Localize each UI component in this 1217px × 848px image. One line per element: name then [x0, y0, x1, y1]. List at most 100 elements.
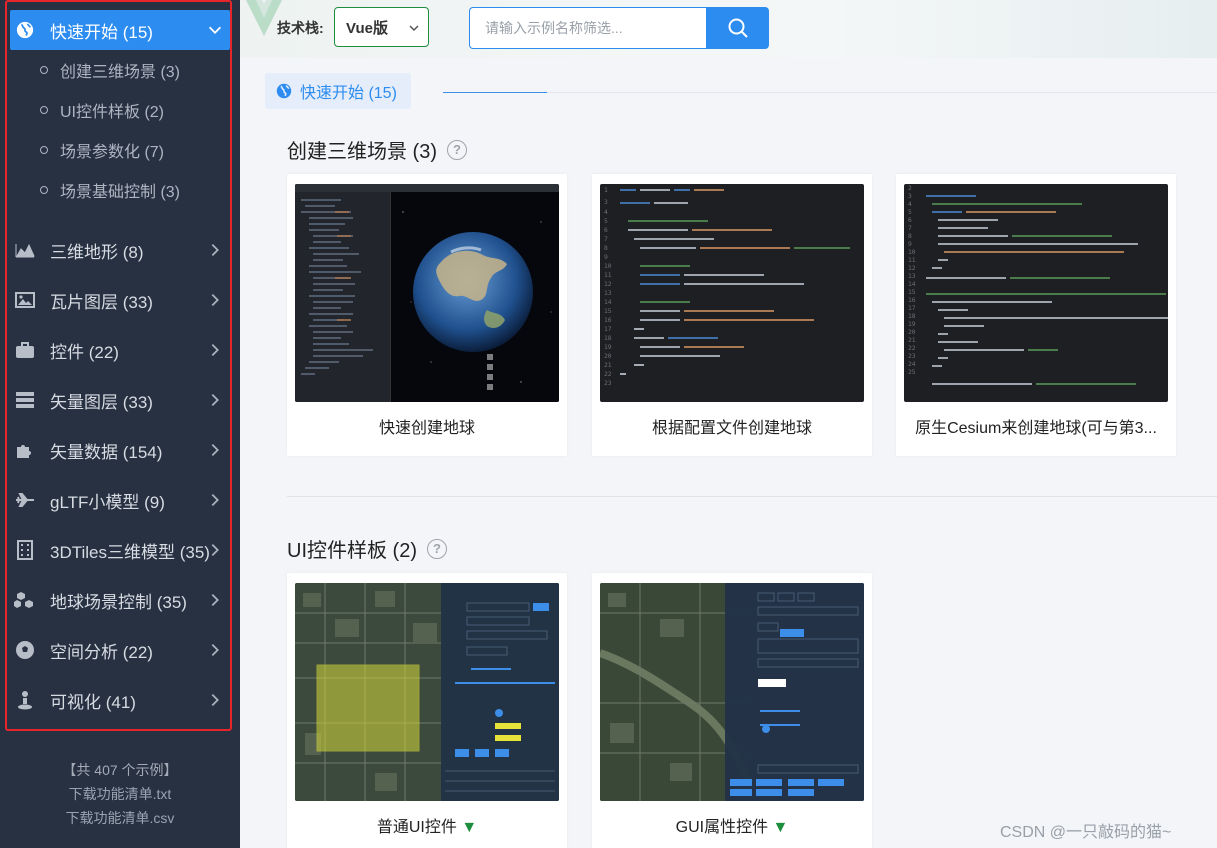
menu-label: 地球场景控制 (35)	[50, 592, 187, 612]
tab-divider	[547, 92, 1217, 93]
svg-text:12: 12	[604, 281, 612, 288]
svg-text:13: 13	[604, 290, 612, 297]
card-caption: 根据配置文件创建地球	[651, 420, 812, 437]
example-card-normal-ui[interactable]: 普通UI控件 ▼	[287, 573, 567, 848]
submenu-item-ui-controls[interactable]: UI控件样板 (2)	[10, 90, 230, 130]
area-chart-icon	[14, 239, 36, 261]
search-input[interactable]: 请输入示例名称筛选...	[469, 7, 707, 49]
building-icon	[14, 539, 36, 561]
svg-text:1: 1	[604, 187, 608, 194]
sidebar: 快速开始 (15) 创建三维场景 (3) UI控件样板 (2) 场景参数化 (7…	[0, 0, 240, 848]
watermark: CSDN @一只敲码的猫~	[1000, 824, 1172, 841]
svg-text:20: 20	[604, 353, 612, 360]
chevron-right-icon	[211, 393, 219, 407]
svg-text:10: 10	[604, 263, 612, 270]
menu-label: gLTF小模型 (9)	[50, 492, 165, 512]
svg-text:5: 5	[604, 218, 608, 225]
help-icon[interactable]: ?	[427, 538, 447, 559]
submenu-item-scene-basic-control[interactable]: 场景基础控制 (3)	[10, 170, 230, 210]
cubes-icon	[14, 589, 36, 611]
svg-text:5: 5	[908, 209, 912, 216]
svg-text:20: 20	[908, 329, 916, 336]
menu-item-scene-control[interactable]: 地球场景控制 (35)	[10, 580, 230, 620]
svg-text:15: 15	[908, 289, 916, 296]
svg-text:18: 18	[908, 313, 916, 320]
menu-item-vector-data[interactable]: 矢量数据 (154)	[10, 430, 230, 470]
svg-text:19: 19	[604, 344, 612, 351]
chevron-down-icon	[208, 26, 222, 34]
svg-text:11: 11	[908, 257, 916, 264]
svg-text:23: 23	[908, 353, 916, 360]
menu-label: 矢量图层 (33)	[50, 392, 153, 412]
briefcase-icon	[14, 339, 36, 361]
menu-item-terrain[interactable]: 三维地形 (8)	[10, 230, 230, 270]
top-toolbar: 技术栈: Vue版 请输入示例名称筛选...	[240, 0, 1217, 58]
picture-icon	[14, 289, 36, 311]
menu-item-gltf-models[interactable]: gLTF小模型 (9)	[10, 480, 230, 520]
user-pin-icon	[14, 689, 36, 711]
svg-text:17: 17	[604, 326, 612, 333]
card-caption: 原生Cesium来创建地球(可与第3...	[915, 420, 1157, 437]
chevron-right-icon	[211, 243, 219, 257]
globe-icon	[14, 19, 36, 41]
example-total: 【共 407 个示例】	[62, 762, 178, 778]
svg-text:2: 2	[908, 185, 912, 192]
puzzle-icon	[14, 439, 36, 461]
submenu-label: UI控件样板 (2)	[60, 104, 165, 121]
svg-text:7: 7	[908, 225, 912, 232]
vue-badge-icon: ▼	[461, 819, 478, 836]
menu-label: 可视化 (41)	[50, 692, 136, 712]
example-card-native-cesium-globe[interactable]: 2 3 4 5 6 7 8 9 10 11 12 13 14 15 16 17 18 19 20 21 22 23 24 25	[896, 174, 1176, 456]
svg-text:22: 22	[908, 345, 916, 352]
chevron-right-icon	[211, 293, 219, 307]
menu-label: 瓦片图层 (33)	[50, 292, 153, 312]
help-icon[interactable]: ?	[447, 139, 467, 160]
submenu-label: 创建三维场景 (3)	[60, 64, 181, 81]
svg-text:15: 15	[604, 308, 612, 315]
bullet-icon	[40, 66, 48, 74]
card-thumbnail: 2 3 4 5 6 7 8 9 10 11 12 13 14 15 16 17 18 19 20 21 22 23 24 25	[904, 184, 1168, 402]
menu-label: 3DTiles三维模型 (35)	[50, 542, 210, 562]
download-txt-link[interactable]: 下载功能清单.txt	[0, 784, 240, 804]
section-title-text: UI控件样板 (2)	[287, 540, 417, 562]
svg-text:3: 3	[908, 193, 912, 200]
submenu-item-scene-params[interactable]: 场景参数化 (7)	[10, 130, 230, 170]
card-thumbnail: 1 3 4 5 6 7 8 9 10 11 12 13 14 15 16 17 18 19 20 21 22 23	[600, 184, 864, 402]
tech-stack-select[interactable]: Vue版	[334, 7, 429, 47]
search-icon	[728, 18, 748, 38]
globe-icon	[276, 83, 292, 99]
chevron-right-icon	[211, 693, 219, 707]
menu-item-spatial-analysis[interactable]: 空间分析 (22)	[10, 630, 230, 670]
svg-text:6: 6	[908, 217, 912, 224]
chevron-down-icon	[409, 25, 419, 32]
menu-item-tile-layers[interactable]: 瓦片图层 (33)	[10, 280, 230, 320]
bullet-icon	[40, 146, 48, 154]
menu-label: 矢量数据 (154)	[50, 442, 163, 462]
tab-quick-start[interactable]: 快速开始 (15)	[265, 73, 411, 109]
svg-text:4: 4	[604, 209, 608, 216]
card-caption: GUI属性控件 ▼	[592, 813, 872, 837]
chevron-right-icon	[211, 593, 219, 607]
section-title-create-scene: 创建三维场景 (3) ?	[287, 135, 467, 164]
card-caption-text: 普通UI控件	[376, 819, 457, 836]
download-csv-link[interactable]: 下载功能清单.csv	[0, 808, 240, 828]
menu-item-3dtiles[interactable]: 3DTiles三维模型 (35)	[10, 530, 230, 570]
menu-item-controls[interactable]: 控件 (22)	[10, 330, 230, 370]
svg-text:19: 19	[908, 321, 916, 328]
chevron-right-icon	[211, 343, 219, 357]
svg-text:13: 13	[908, 273, 916, 280]
section-title-ui-controls: UI控件样板 (2) ?	[287, 534, 447, 563]
card-thumbnail	[295, 184, 559, 402]
menu-item-visualization[interactable]: 可视化 (41)	[10, 680, 230, 720]
submenu-item-create-scene[interactable]: 创建三维场景 (3)	[10, 50, 230, 90]
svg-text:9: 9	[604, 254, 608, 261]
svg-text:21: 21	[604, 362, 612, 369]
menu-item-quick-start[interactable]: 快速开始 (15)	[10, 10, 230, 50]
plane-icon	[14, 489, 36, 511]
svg-text:24: 24	[908, 361, 916, 368]
menu-item-vector-layers[interactable]: 矢量图层 (33)	[10, 380, 230, 420]
example-card-gui-properties[interactable]: GUI属性控件 ▼	[592, 573, 872, 848]
search-button[interactable]	[706, 7, 769, 49]
example-card-quick-create-globe[interactable]: 快速创建地球	[287, 174, 567, 456]
example-card-config-create-globe[interactable]: 1 3 4 5 6 7 8 9 10 11 12 13 14 15 16 17 18 19 20 21 22 23	[592, 174, 872, 456]
